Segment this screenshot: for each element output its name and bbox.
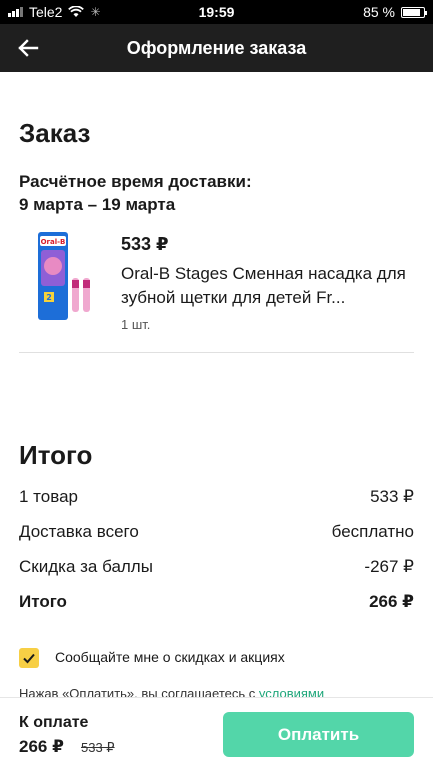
toothbrush-heads-package-image[interactable]: Oral-B 2 (36, 230, 96, 322)
newsletter-label[interactable]: Сообщайте мне о скидках и акциях (55, 649, 285, 665)
status-right: 85 % (363, 4, 427, 20)
battery-fill (403, 8, 420, 16)
summary-row-label: Скидка за баллы (19, 557, 153, 576)
summary-row-label: Доставка всего (19, 522, 139, 541)
summary-row-value: 533 ₽ (370, 487, 414, 506)
summary-row-label: Итого (19, 592, 67, 611)
newsletter-checkbox[interactable] (19, 648, 39, 668)
battery-icon (401, 6, 427, 18)
svg-text:2: 2 (46, 293, 52, 302)
summary-title: Итого (19, 440, 93, 470)
summary-row-value: бесплатно (331, 522, 414, 541)
summary-row-value: -267 ₽ (364, 557, 414, 576)
payment-bar: К оплате 266 ₽ 533 ₽ Оплатить (0, 697, 433, 770)
pay-button[interactable]: Оплатить (223, 712, 414, 757)
checkmark-icon (23, 653, 35, 664)
delivery-dates: 9 марта – 19 марта (19, 195, 176, 214)
battery-percent: 85 % (363, 4, 395, 20)
delivery-info: Расчётное время доставки: 9 марта – 19 м… (19, 170, 252, 216)
summary-row-label: 1 товар (19, 487, 78, 506)
delivery-label: Расчётное время доставки: (19, 172, 252, 191)
page-title: Оформление заказа (126, 37, 307, 58)
product-price: 533 ₽ (121, 234, 169, 254)
summary-row-delivery: Доставка всего бесплатно (19, 522, 414, 542)
payment-total: 266 ₽ (19, 737, 64, 756)
summary-row-value: 266 ₽ (369, 592, 414, 611)
order-title: Заказ (19, 118, 91, 148)
divider (19, 352, 414, 353)
svg-text:Oral-B: Oral-B (41, 238, 66, 246)
product-quantity: 1 шт. (121, 317, 151, 332)
payment-label: К оплате (19, 714, 89, 731)
summary-row-discount: Скидка за баллы -267 ₽ (19, 557, 414, 577)
summary-row-items: 1 товар 533 ₽ (19, 487, 414, 507)
summary-row-total: Итого 266 ₽ (19, 592, 414, 612)
product-name[interactable]: Oral-B Stages Сменная насадка для зубной… (121, 262, 413, 310)
payment-old-total: 533 ₽ (81, 740, 115, 755)
status-bar: Tele2 ✳ 19:59 85 % (0, 0, 433, 24)
app-header: Оформление заказа (0, 24, 433, 72)
